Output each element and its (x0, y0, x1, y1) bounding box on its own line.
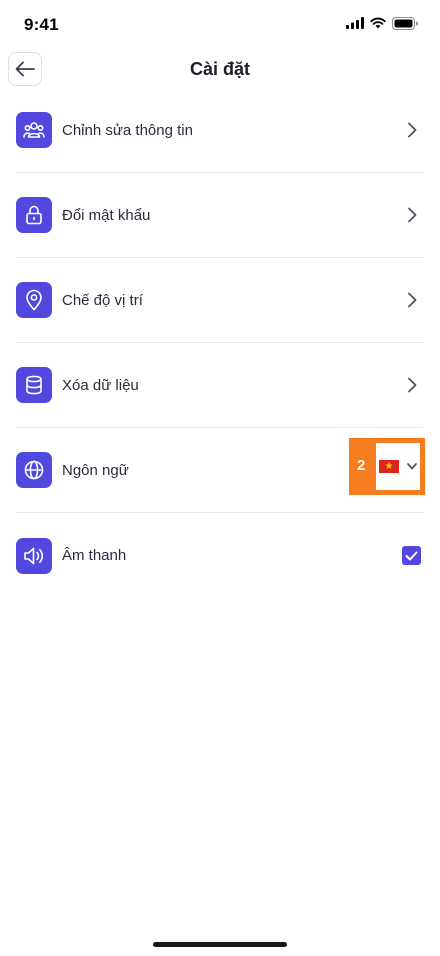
chevron-right-icon (404, 377, 420, 393)
users-icon (16, 112, 52, 148)
battery-icon (392, 16, 418, 30)
chevron-right-icon (404, 292, 420, 308)
page-title: Cài đặt (189, 59, 250, 79)
vietnam-flag-icon: ★ (379, 460, 399, 473)
settings-row-change-password[interactable]: Đổi mật khẩu (16, 173, 424, 258)
status-bar: 9:41 (0, 0, 440, 50)
language-selector-highlight: 2 ★ (349, 438, 425, 495)
settings-row-label: Âm thanh (62, 547, 127, 564)
language-select[interactable]: ★ (376, 443, 420, 490)
lock-icon (16, 197, 52, 233)
settings-row-label: Đổi mật khẩu (62, 206, 151, 224)
settings-row-location-mode[interactable]: Chế độ vị trí (16, 258, 424, 343)
database-icon (16, 367, 52, 403)
checkmark-icon (405, 551, 418, 560)
settings-row-language: Ngôn ngữ 2 ★ (16, 428, 425, 513)
chevron-down-icon (407, 463, 417, 470)
status-time: 9:41 (24, 15, 59, 34)
settings-row-label: Chỉnh sửa thông tin (62, 121, 193, 139)
settings-row-sound[interactable]: Âm thanh (16, 513, 424, 598)
settings-row-edit-profile[interactable]: Chỉnh sửa thông tin (16, 88, 424, 173)
status-icons (346, 16, 418, 30)
cellular-signal-icon (346, 17, 364, 29)
chevron-right-icon (404, 122, 420, 138)
settings-menu: Chỉnh sửa thông tin Đổi mật khẩu Chế độ … (0, 88, 440, 598)
settings-row-label: Xóa dữ liệu (62, 376, 139, 394)
globe-icon (16, 452, 52, 488)
settings-row-label: Chế độ vị trí (62, 291, 143, 309)
header: Cài đặt (0, 50, 440, 92)
home-indicator (153, 942, 287, 947)
chevron-right-icon (404, 207, 420, 223)
annotation-badge-number: 2 (357, 457, 366, 474)
location-pin-icon (16, 282, 52, 318)
speaker-icon (16, 537, 52, 574)
sound-checkbox[interactable] (402, 546, 421, 565)
wifi-icon (370, 17, 386, 29)
settings-row-delete-data[interactable]: Xóa dữ liệu (16, 343, 424, 428)
